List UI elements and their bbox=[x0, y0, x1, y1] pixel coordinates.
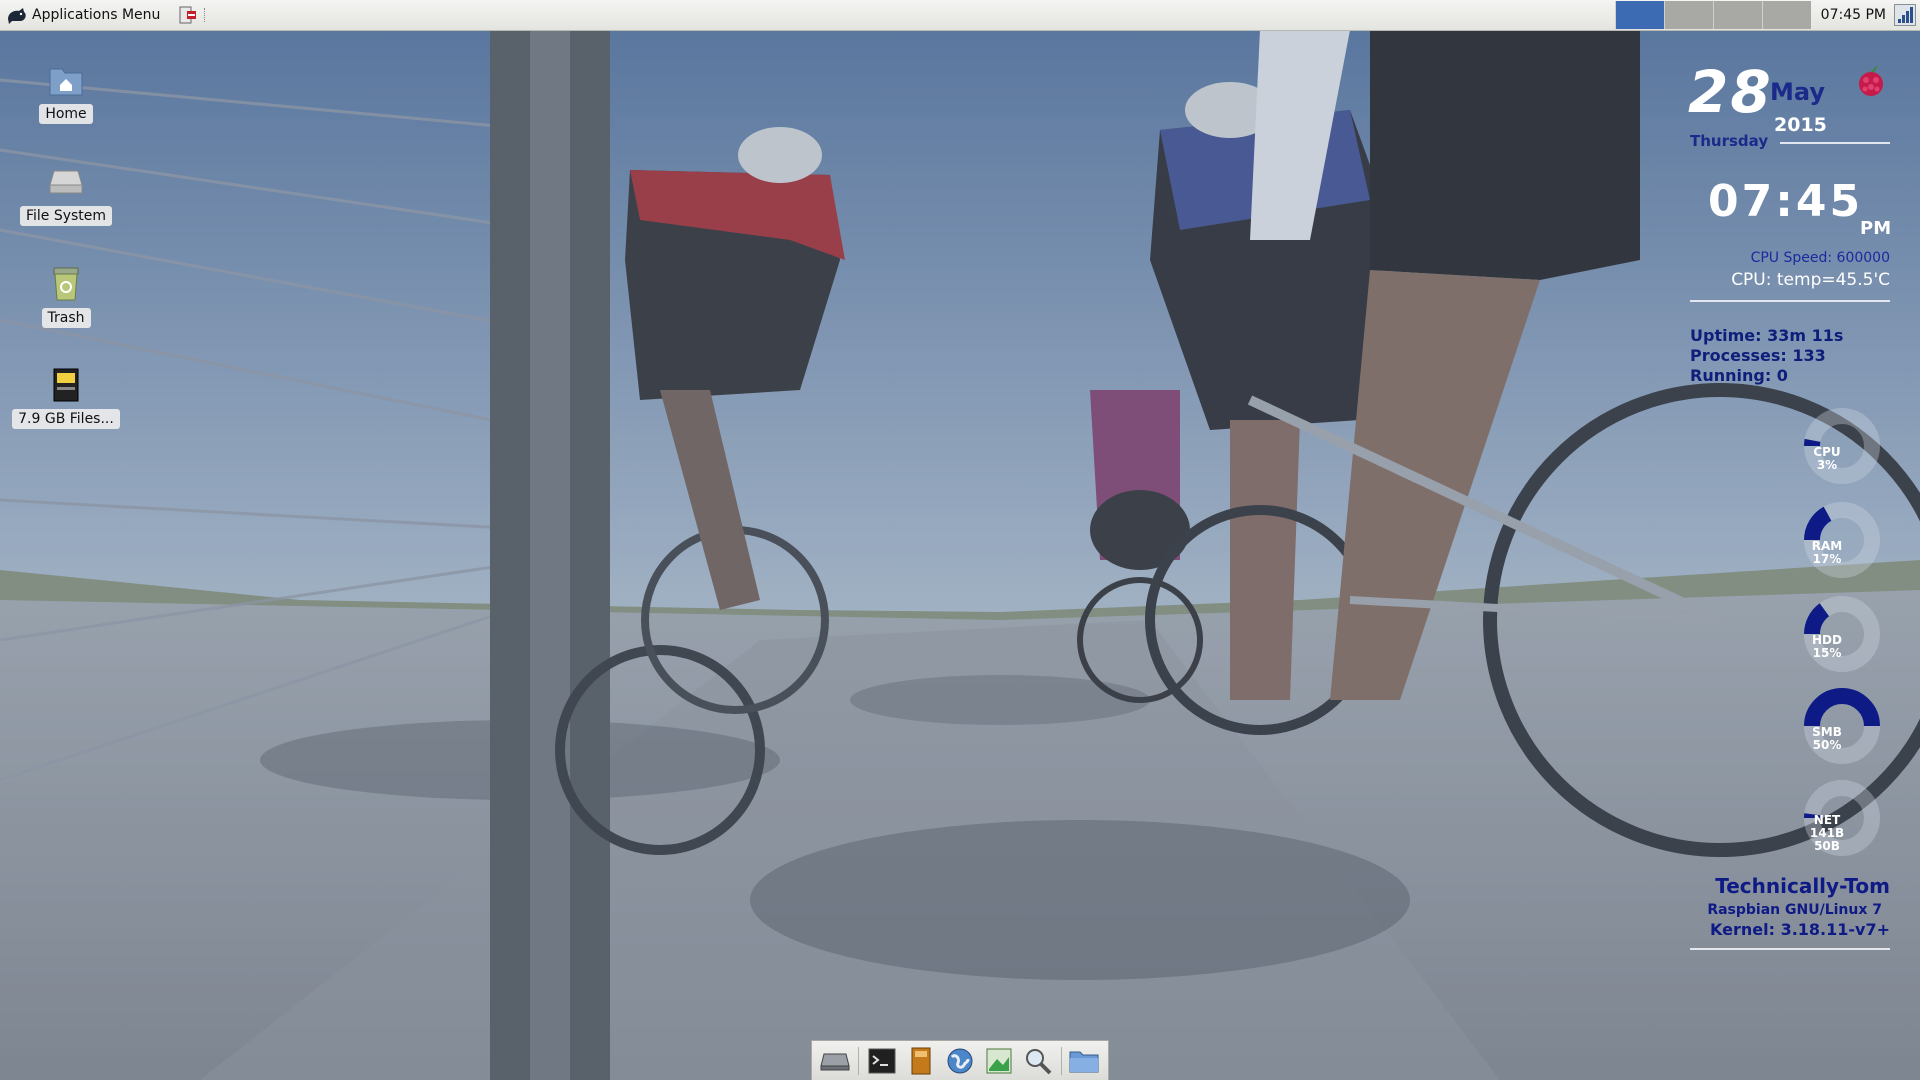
gauge-value: 50% bbox=[1812, 738, 1842, 752]
conky-year: 2015 bbox=[1774, 114, 1827, 136]
image-viewer-icon bbox=[986, 1048, 1012, 1073]
desktop-icon-usb-drive[interactable]: 7.9 GB Files... bbox=[11, 365, 121, 429]
conky-gauge-hdd: HDD 15% bbox=[1802, 594, 1882, 674]
gauge-value: 17% bbox=[1812, 552, 1842, 566]
show-desktop-icon bbox=[820, 1053, 851, 1070]
workspace-2[interactable] bbox=[1663, 1, 1713, 29]
conky-system-stats: Uptime: 33m 11s Processes: 133 Running: … bbox=[1690, 326, 1843, 386]
usb-drive-icon bbox=[53, 368, 79, 402]
conky-gauge-net: NET 141B 50B bbox=[1802, 778, 1882, 858]
panel-separator bbox=[204, 8, 207, 22]
workspace-1[interactable] bbox=[1614, 1, 1664, 29]
conky-processes: Processes: 133 bbox=[1690, 346, 1826, 365]
desktop-icon-label: File System bbox=[19, 206, 113, 226]
network-icon[interactable] bbox=[1894, 4, 1916, 26]
conky-running: Running: 0 bbox=[1690, 366, 1788, 385]
dock-terminal[interactable] bbox=[866, 1045, 898, 1077]
gauge-value: 15% bbox=[1812, 646, 1842, 660]
dock-image-viewer[interactable] bbox=[983, 1045, 1015, 1077]
conky-kernel: Kernel: 3.18.11-v7+ bbox=[1710, 920, 1890, 939]
conky-gauge-cpu: CPU 3% bbox=[1802, 406, 1882, 486]
dock-separator bbox=[858, 1046, 860, 1075]
bottom-dock bbox=[811, 1040, 1109, 1080]
home-folder-icon bbox=[49, 68, 83, 96]
conky-uptime: Uptime: 33m 11s bbox=[1690, 326, 1844, 345]
conky-divider bbox=[1690, 948, 1890, 950]
conky-month: May bbox=[1770, 78, 1825, 106]
gauge-value: 3% bbox=[1816, 458, 1838, 472]
panel-launcher[interactable] bbox=[176, 3, 200, 27]
conky-divider bbox=[1780, 142, 1890, 144]
workspace-4[interactable] bbox=[1761, 1, 1811, 29]
conky-os: Raspbian GNU/Linux 7 bbox=[1707, 902, 1882, 918]
top-panel: Applications Menu 07:45 PM bbox=[0, 0, 1920, 31]
desktop-wallpaper bbox=[0, 0, 1920, 1080]
search-icon bbox=[1025, 1048, 1052, 1074]
xfce-mouse-icon bbox=[8, 8, 26, 24]
conky-hostname: Technically-Tom bbox=[1715, 874, 1890, 898]
drive-icon bbox=[49, 170, 83, 194]
conky-ampm: PM bbox=[1860, 218, 1892, 239]
conky-time: 07:45 bbox=[1708, 176, 1864, 227]
dock-search[interactable] bbox=[1022, 1045, 1054, 1077]
trash-icon bbox=[53, 267, 79, 301]
dock-folder[interactable] bbox=[1068, 1045, 1100, 1077]
terminal-icon bbox=[868, 1048, 896, 1073]
conky-gauge-ram: RAM 17% bbox=[1802, 500, 1882, 580]
applications-menu-button[interactable]: Applications Menu bbox=[0, 0, 166, 30]
desktop-icon-home[interactable]: Home bbox=[11, 60, 121, 124]
desktop-icon-trash[interactable]: Trash bbox=[11, 264, 121, 328]
panel-clock[interactable]: 07:45 PM bbox=[1817, 7, 1894, 23]
file-manager-book-icon bbox=[911, 1047, 931, 1074]
conky-cpu-temp: CPU: temp=45.5'C bbox=[1731, 270, 1890, 290]
dock-file-manager[interactable] bbox=[905, 1045, 937, 1077]
conky-gauge-smb: SMB 50% bbox=[1802, 686, 1882, 766]
workspace-3[interactable] bbox=[1712, 1, 1762, 29]
conky-cpu-speed: CPU Speed: 600000 bbox=[1750, 250, 1890, 266]
conky-divider bbox=[1690, 300, 1890, 302]
logout-icon bbox=[179, 6, 197, 24]
desktop-icon-label: Home bbox=[39, 104, 93, 124]
desktop-icon-file-system[interactable]: File System bbox=[11, 162, 121, 226]
raspberry-pi-logo-icon bbox=[1859, 65, 1883, 96]
web-browser-globe-icon bbox=[947, 1048, 973, 1073]
applications-menu-label: Applications Menu bbox=[32, 7, 161, 23]
dock-show-desktop[interactable] bbox=[819, 1045, 851, 1077]
conky-weekday: Thursday bbox=[1690, 132, 1769, 150]
folder-icon bbox=[1069, 1051, 1099, 1072]
gauge-value-secondary: 50B bbox=[1814, 839, 1840, 853]
desktop-icon-label: Trash bbox=[41, 308, 91, 328]
workspace-switcher[interactable] bbox=[1614, 1, 1811, 29]
dock-web-browser[interactable] bbox=[944, 1045, 976, 1077]
desktop-icon-label: 7.9 GB Files... bbox=[12, 409, 120, 429]
conky-day: 28 bbox=[1688, 58, 1773, 126]
dock-separator bbox=[1060, 1046, 1062, 1075]
